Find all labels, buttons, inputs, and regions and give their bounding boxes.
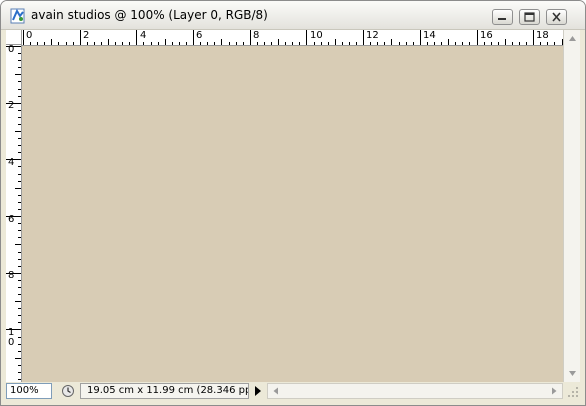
- close-button[interactable]: [546, 9, 567, 25]
- close-icon: [552, 12, 561, 22]
- document-info: 19.05 cm x 11.99 cm (28.346 ppcm): [80, 383, 249, 399]
- title-bar[interactable]: avain studios @ 100% (Layer 0, RGB/8): [1, 1, 585, 30]
- ruler-left-label: 10: [8, 327, 15, 348]
- window-title: avain studios @ 100% (Layer 0, RGB/8): [31, 8, 268, 22]
- status-menu-arrow-icon[interactable]: [252, 383, 264, 399]
- minimize-icon: [498, 18, 506, 20]
- ruler-top-label: 2: [83, 30, 90, 41]
- scroll-right-arrow-icon[interactable]: [547, 384, 561, 398]
- minimize-button[interactable]: [492, 9, 513, 25]
- restore-icon: [524, 12, 535, 22]
- ruler-left-label: 6: [8, 214, 15, 225]
- horizontal-scrollbar[interactable]: [267, 383, 563, 399]
- ruler-left-label: 0: [8, 44, 15, 55]
- status-clock-icon[interactable]: [61, 384, 75, 398]
- ruler-top-label: 10: [310, 30, 323, 41]
- scroll-up-arrow-icon[interactable]: [565, 31, 580, 46]
- ruler-left-label: 8: [8, 270, 15, 281]
- document-window: avain studios @ 100% (Layer 0, RGB/8) 0 …: [0, 0, 586, 406]
- horizontal-ruler[interactable]: 0 2 4 6 8 10 12 14 16 18: [22, 30, 563, 46]
- ruler-top-label: 8: [253, 30, 260, 41]
- restore-button[interactable]: [519, 9, 540, 25]
- ruler-top-label: 16: [480, 30, 493, 41]
- vertical-scrollbar[interactable]: [563, 30, 580, 382]
- ruler-top-label: 18: [536, 30, 549, 41]
- document-canvas[interactable]: [22, 46, 563, 382]
- ruler-left-label: 2: [8, 100, 15, 111]
- ruler-top-label: 12: [366, 30, 379, 41]
- ruler-top-label: 6: [196, 30, 203, 41]
- resize-grip-icon[interactable]: [566, 385, 580, 399]
- ruler-top-label: 4: [140, 30, 147, 41]
- zoom-field[interactable]: 100%: [6, 383, 52, 399]
- ruler-top-label: 0: [26, 30, 33, 41]
- status-bar: 100% 19.05 cm x 11.99 cm (28.346 ppcm): [6, 382, 580, 400]
- scroll-down-arrow-icon[interactable]: [565, 366, 580, 381]
- ruler-corner[interactable]: [6, 30, 22, 45]
- ruler-left-label: 4: [8, 157, 15, 168]
- ruler-top-label: 14: [423, 30, 436, 41]
- scroll-left-arrow-icon[interactable]: [269, 384, 283, 398]
- photoshop-document-icon[interactable]: [10, 8, 26, 24]
- vertical-ruler[interactable]: 0 2 4 6 8 10: [6, 45, 22, 382]
